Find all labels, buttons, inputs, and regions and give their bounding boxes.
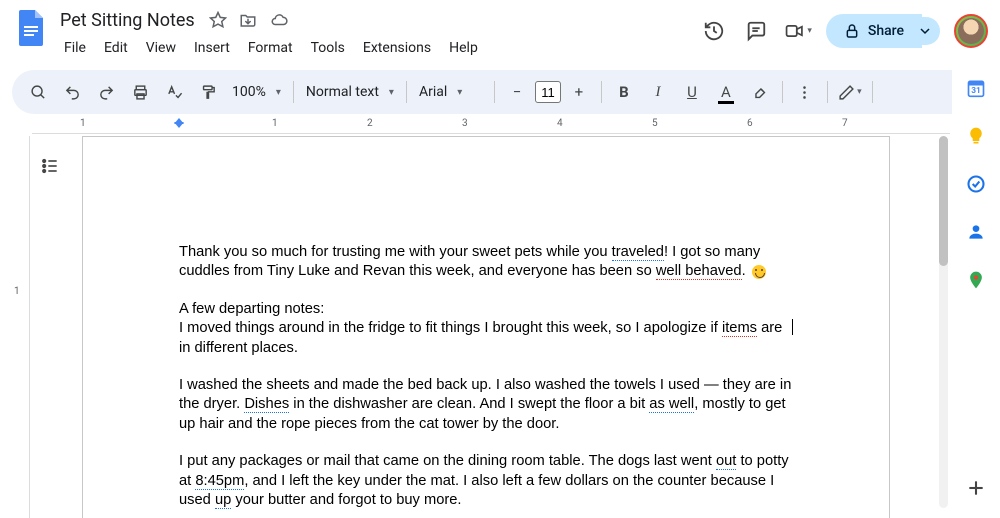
font-size-input[interactable] bbox=[535, 81, 561, 103]
document-page[interactable]: Thank you so much for trusting me with y… bbox=[82, 136, 890, 518]
more-toolbar-icon[interactable] bbox=[789, 76, 821, 108]
text-cursor bbox=[792, 319, 793, 335]
app-docs-icon[interactable] bbox=[12, 8, 52, 48]
document-title[interactable]: Pet Sitting Notes bbox=[56, 9, 199, 32]
highlight-button[interactable] bbox=[744, 76, 776, 108]
cloud-status-icon[interactable] bbox=[269, 11, 289, 29]
maps-app-icon[interactable] bbox=[966, 270, 986, 290]
menu-view[interactable]: View bbox=[138, 36, 184, 60]
font-size-decrease[interactable]: − bbox=[501, 76, 533, 108]
scrollbar-thumb[interactable] bbox=[939, 136, 948, 266]
toolbar: 100% Normal text Arial − + B I U A ▾ bbox=[12, 70, 988, 114]
menu-extensions[interactable]: Extensions bbox=[355, 36, 439, 60]
menu-help[interactable]: Help bbox=[441, 36, 486, 60]
menu-edit[interactable]: Edit bbox=[96, 36, 136, 60]
horizontal-ruler[interactable]: 1 1 2 3 4 5 6 7 bbox=[32, 116, 950, 134]
undo-icon[interactable] bbox=[56, 76, 88, 108]
star-icon[interactable] bbox=[209, 11, 227, 29]
bold-button[interactable]: B bbox=[608, 76, 640, 108]
text-color-button[interactable]: A bbox=[710, 76, 742, 108]
meet-icon[interactable]: ▾ bbox=[784, 17, 812, 45]
share-label: Share bbox=[868, 23, 904, 39]
paint-format-icon[interactable] bbox=[192, 76, 224, 108]
vertical-ruler[interactable]: 1 bbox=[14, 136, 30, 518]
editing-mode-button[interactable]: ▾ bbox=[834, 76, 866, 108]
print-icon[interactable] bbox=[124, 76, 156, 108]
redo-icon[interactable] bbox=[90, 76, 122, 108]
share-button[interactable]: Share bbox=[826, 14, 922, 48]
calendar-app-icon[interactable]: 31 bbox=[966, 78, 986, 98]
share-dropdown[interactable] bbox=[910, 17, 940, 45]
italic-button[interactable]: I bbox=[642, 76, 674, 108]
move-icon[interactable] bbox=[239, 11, 257, 29]
search-icon[interactable] bbox=[22, 76, 54, 108]
svg-text:31: 31 bbox=[971, 86, 981, 96]
contacts-app-icon[interactable] bbox=[966, 222, 986, 242]
underline-button[interactable]: U bbox=[676, 76, 708, 108]
menu-tools[interactable]: Tools bbox=[303, 36, 353, 60]
paragraph-style-dropdown[interactable]: Normal text bbox=[300, 84, 400, 100]
account-avatar[interactable] bbox=[954, 14, 988, 48]
history-icon[interactable] bbox=[700, 17, 728, 45]
outline-toggle-icon[interactable] bbox=[32, 148, 68, 184]
comments-icon[interactable] bbox=[742, 17, 770, 45]
menu-file[interactable]: File bbox=[56, 36, 94, 60]
tasks-app-icon[interactable] bbox=[966, 174, 986, 194]
zoom-dropdown[interactable]: 100% bbox=[226, 84, 287, 100]
font-size-increase[interactable]: + bbox=[563, 76, 595, 108]
side-panel: 31 bbox=[952, 64, 1000, 518]
vertical-scrollbar[interactable] bbox=[939, 136, 948, 508]
smiley-emoji bbox=[752, 265, 766, 279]
menu-insert[interactable]: Insert bbox=[186, 36, 238, 60]
document-body[interactable]: Thank you so much for trusting me with y… bbox=[179, 243, 793, 510]
spellcheck-icon[interactable] bbox=[158, 76, 190, 108]
menu-format[interactable]: Format bbox=[240, 36, 301, 60]
add-app-icon[interactable] bbox=[966, 478, 986, 498]
keep-app-icon[interactable] bbox=[966, 126, 986, 146]
font-family-dropdown[interactable]: Arial bbox=[413, 84, 488, 100]
menu-bar: File Edit View Insert Format Tools Exten… bbox=[56, 34, 700, 62]
